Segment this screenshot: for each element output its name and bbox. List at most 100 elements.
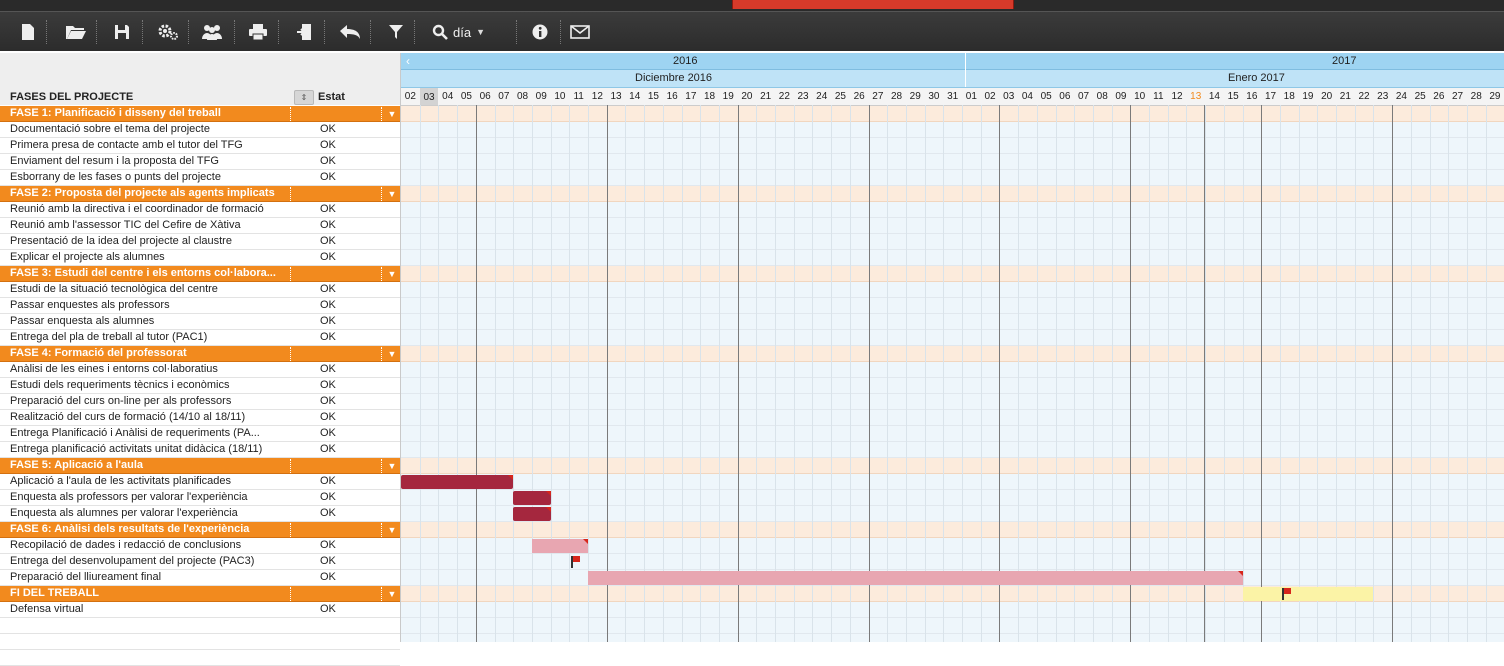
task-status: OK [320, 299, 336, 311]
mail-icon[interactable] [566, 18, 594, 46]
day-label: 18 [1283, 91, 1295, 102]
task-bar[interactable] [401, 475, 514, 489]
bar-end-marker [545, 491, 551, 496]
task-row[interactable]: Documentació sobre el tema del projecte O… [0, 122, 400, 138]
task-bar[interactable] [1242, 587, 1374, 601]
task-name: Entrega del desenvolupament del projecte… [10, 555, 255, 567]
collapse-chevron-icon[interactable]: ▼ [385, 522, 399, 538]
zoom-label: día [453, 24, 472, 40]
day-gridline [681, 105, 683, 642]
task-row[interactable]: Passar enquesta als alumnes OK [0, 314, 400, 330]
day-label: 21 [760, 91, 772, 102]
task-row[interactable]: Entrega planificació activitats unitat d… [0, 442, 400, 458]
day-gridline [831, 105, 833, 642]
task-row[interactable]: Explicar el projecte als alumnes OK [0, 250, 400, 266]
task-row[interactable]: Passar enquestes als professors OK [0, 298, 400, 314]
collapse-chevron-icon[interactable]: ▼ [385, 186, 399, 202]
save-icon[interactable] [108, 18, 136, 46]
task-row[interactable]: Entrega del desenvolupament del projecte… [0, 554, 400, 570]
task-bar[interactable] [588, 571, 1243, 585]
task-row[interactable]: Realització del curs de formació (14/10 … [0, 410, 400, 426]
settings-icon[interactable] [154, 18, 182, 46]
collapse-chevron-icon[interactable]: ▼ [385, 458, 399, 474]
phase-row[interactable]: FI DEL TREBALL ▼ [0, 586, 400, 602]
phase-name: FASE 3: Estudi del centre i els entorns … [10, 267, 276, 279]
day-gridline [887, 105, 889, 642]
task-row[interactable]: Estudi de la situació tecnològica del ce… [0, 282, 400, 298]
task-status: OK [320, 155, 336, 167]
task-row[interactable]: Esborrany de les fases o punts del proje… [0, 170, 400, 186]
task-row[interactable]: Reunió amb l'assessor TIC del Cefire de … [0, 218, 400, 234]
column-header-status[interactable]: Estat [318, 91, 345, 103]
undo-icon[interactable] [336, 18, 364, 46]
print-icon[interactable] [244, 18, 272, 46]
phase-row[interactable]: FASE 4: Formació del professorat ▼ [0, 346, 400, 362]
gantt-row [401, 490, 1504, 506]
scroll-left-icon[interactable]: ‹ [401, 53, 415, 69]
task-row[interactable]: Preparació del lliureament final OK [0, 570, 400, 586]
task-row[interactable]: Aplicació a l'aula de les activitats pla… [0, 474, 400, 490]
filter-icon[interactable] [382, 18, 410, 46]
gantt-row [401, 234, 1504, 250]
day-label: 08 [1096, 91, 1108, 102]
info-icon[interactable] [526, 18, 554, 46]
day-gridline [644, 105, 646, 642]
users-icon[interactable] [198, 18, 226, 46]
task-row[interactable]: Estudi dels requeriments tècnics i econò… [0, 378, 400, 394]
task-row[interactable]: Enviament del resum i la proposta del TF… [0, 154, 400, 170]
day-gridline [812, 105, 814, 642]
task-row[interactable]: Enquesta als alumnes per valorar l'exper… [0, 506, 400, 522]
task-row[interactable]: Preparació del curs on-line per als prof… [0, 394, 400, 410]
task-row[interactable]: Presentació de la idea del projecte al c… [0, 234, 400, 250]
chevron-down-icon: ▼ [476, 27, 485, 37]
new-document-icon[interactable] [14, 18, 42, 46]
task-row[interactable]: Defensa virtual OK [0, 602, 400, 618]
milestone-flag-icon[interactable] [1281, 588, 1291, 600]
toolbar: día ▼ [0, 11, 1504, 51]
collapse-chevron-icon[interactable]: ▼ [385, 586, 399, 602]
collapse-chevron-icon[interactable]: ▼ [385, 106, 399, 122]
task-status: OK [320, 251, 336, 263]
search-icon [432, 24, 448, 40]
phase-row[interactable]: FASE 1: Planificació i disseny del treba… [0, 106, 400, 122]
collapse-chevron-icon[interactable]: ▼ [385, 346, 399, 362]
task-row[interactable]: Anàlisi de les eines i entorns col·labor… [0, 362, 400, 378]
task-name: Reunió amb la directiva i el coordinador… [10, 203, 264, 215]
gantt-row [401, 170, 1504, 186]
task-row[interactable]: Recopilació de dades i redacció de concl… [0, 538, 400, 554]
phase-row[interactable]: FASE 5: Aplicació a l'aula ▼ [0, 458, 400, 474]
phase-status-cell [290, 587, 382, 601]
task-bar[interactable] [531, 539, 588, 553]
zoom-dropdown[interactable]: día ▼ [426, 18, 512, 46]
phase-row[interactable]: FASE 3: Estudi del centre i els entorns … [0, 266, 400, 282]
open-folder-icon[interactable] [62, 18, 90, 46]
task-row[interactable]: Entrega del pla de treball al tutor (PAC… [0, 330, 400, 346]
milestone-flag-icon[interactable] [571, 556, 581, 568]
active-window-tab[interactable] [732, 0, 1014, 9]
bar-end-marker [1237, 571, 1243, 576]
phase-name: FASE 1: Planificació i disseny del treba… [10, 107, 221, 119]
phase-status-cell [290, 459, 382, 473]
phase-row[interactable]: FASE 6: Anàlisi dels resultats de l'expe… [0, 522, 400, 538]
task-row[interactable]: Reunió amb la directiva i el coordinador… [0, 202, 400, 218]
collapse-chevron-icon[interactable]: ▼ [385, 266, 399, 282]
task-row[interactable]: Enquesta als professors per valorar l'ex… [0, 490, 400, 506]
task-row[interactable]: Entrega Planificació i Anàlisi de requer… [0, 426, 400, 442]
task-row[interactable]: Primera presa de contacte amb el tutor d… [0, 138, 400, 154]
phase-status-cell [290, 347, 382, 361]
task-status: OK [320, 363, 336, 375]
sort-icon[interactable]: ⇕ [294, 90, 314, 105]
day-gridline [756, 105, 758, 642]
gantt-row [401, 266, 1504, 282]
day-label: 22 [778, 91, 790, 102]
phase-row[interactable]: FASE 2: Proposta del projecte als agents… [0, 186, 400, 202]
empty-row [0, 634, 400, 650]
day-label: 14 [629, 91, 641, 102]
day-gridline [1242, 105, 1244, 642]
column-header-phases[interactable]: FASES DEL PROJECTE [10, 91, 133, 103]
exit-icon[interactable] [290, 18, 318, 46]
bar-end-marker [508, 475, 514, 480]
day-label: 07 [498, 91, 510, 102]
task-name: Primera presa de contacte amb el tutor d… [10, 139, 243, 151]
gantt-row [401, 522, 1504, 538]
